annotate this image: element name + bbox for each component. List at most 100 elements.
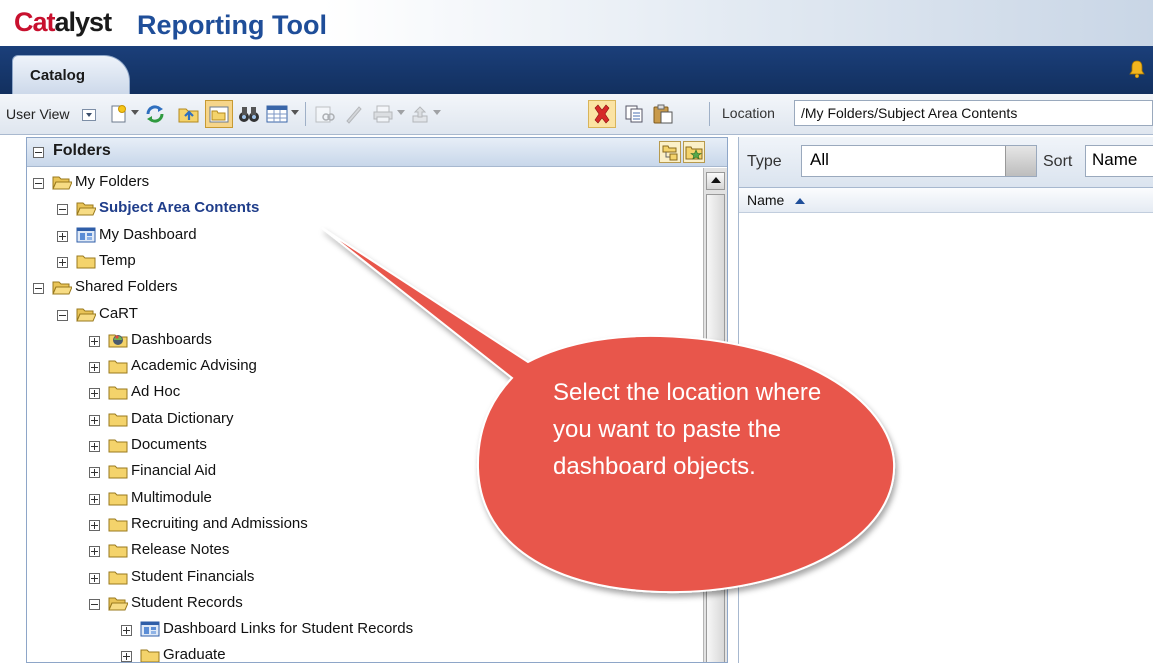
folder-icon: [108, 518, 128, 532]
refresh-icon[interactable]: [144, 104, 166, 124]
tree-item-label: Student Financials: [131, 567, 255, 585]
expand-icon[interactable]: [89, 467, 100, 479]
toolbar-separator: [709, 102, 710, 126]
tree-item-label: Data Dictionary: [131, 409, 234, 427]
tab-catalog-label: Catalog: [30, 67, 86, 84]
expand-icon[interactable]: [89, 362, 100, 374]
toolbar: User View Location /My Folders/Subject A…: [0, 94, 1153, 135]
folder-icon: [108, 571, 128, 584]
open-folder-icon: [108, 597, 128, 611]
toolbar-separator: [305, 102, 306, 126]
folder-icon: [108, 439, 128, 453]
folder-icon: [140, 649, 160, 662]
upload-icon[interactable]: [410, 104, 430, 124]
expand-icon[interactable]: [89, 335, 100, 347]
delete-icon[interactable]: [592, 104, 612, 124]
expand-icon[interactable]: [89, 388, 100, 400]
open-folder-icon: [52, 281, 72, 295]
upload-dropdown-icon[interactable]: [433, 110, 441, 115]
tab-catalog[interactable]: Catalog: [12, 55, 130, 94]
expand-icon[interactable]: [121, 625, 132, 637]
sort-select[interactable]: Name: [1085, 145, 1153, 177]
folder-icon: [108, 492, 128, 506]
tree-item-label: My Folders: [75, 173, 150, 190]
open-folder-icon: [52, 176, 72, 190]
tree-item-label: Temp: [99, 251, 136, 269]
paste-icon[interactable]: [652, 104, 674, 124]
app-title: Reporting Tool: [137, 10, 327, 40]
print-icon[interactable]: [372, 104, 394, 124]
bell-icon[interactable]: [1129, 60, 1145, 78]
user-view-label[interactable]: User View: [6, 106, 70, 122]
collapse-icon[interactable]: [57, 204, 68, 216]
tree-item-label: Release Notes: [131, 541, 230, 559]
tree-item-label: Multimodule: [131, 488, 212, 506]
new-icon[interactable]: [108, 104, 128, 124]
grid-view-icon[interactable]: [266, 104, 288, 124]
expand-icon[interactable]: [89, 572, 100, 584]
print-dropdown-icon[interactable]: [397, 110, 405, 115]
expand-icon[interactable]: [57, 230, 68, 242]
rename-icon[interactable]: [344, 104, 364, 124]
app-header: Catalyst Reporting Tool: [0, 0, 1153, 46]
up-folder-icon[interactable]: [178, 104, 200, 124]
expand-icon[interactable]: [89, 493, 100, 505]
folders-title: Folders: [53, 142, 111, 159]
expand-icon[interactable]: [121, 651, 132, 662]
logo-part-1: Cat: [14, 7, 56, 37]
tree-item-label: Financial Aid: [131, 462, 217, 480]
folder-icon: [108, 544, 128, 558]
tree-item-label: Shared Folders: [75, 278, 178, 296]
search-icon[interactable]: [238, 104, 260, 124]
collapse-icon[interactable]: [89, 598, 100, 610]
sort-select-value: Name: [1092, 150, 1138, 169]
tree-item-label: My Dashboard: [99, 225, 197, 243]
type-select[interactable]: All: [801, 145, 1037, 177]
folder-icon: [108, 465, 128, 479]
tree-view-icon[interactable]: [659, 141, 681, 163]
type-dropdown-button[interactable]: [1005, 146, 1036, 176]
callout-text: Select the location where you want to pa…: [553, 379, 822, 480]
logo-part-2: alyst: [54, 7, 113, 37]
copy-icon[interactable]: [624, 104, 644, 124]
tree-item-label: Ad Hoc: [131, 383, 181, 401]
expand-icon[interactable]: [89, 519, 100, 531]
expand-icon[interactable]: [57, 256, 68, 268]
properties-icon[interactable]: [314, 104, 336, 124]
folder-icon: [76, 255, 96, 269]
tree-item-label: CaRT: [99, 304, 138, 322]
tree-item-label: Academic Advising: [131, 357, 257, 375]
open-folder-icon: [76, 308, 96, 321]
sort-label: Sort: [1043, 153, 1073, 170]
expand-icon[interactable]: [89, 414, 100, 426]
favorites-folder-icon[interactable]: [683, 141, 705, 163]
collapse-icon[interactable]: [57, 309, 68, 321]
grid-view-dropdown-icon[interactable]: [291, 110, 299, 115]
type-select-value: All: [810, 150, 829, 169]
dashboard-icon: [76, 227, 96, 243]
expand-icon[interactable]: [89, 546, 100, 558]
tree-item-label: Student Records: [131, 593, 243, 611]
folders-header: Folders: [27, 138, 727, 167]
location-input[interactable]: /My Folders/Subject Area Contents: [794, 100, 1153, 126]
dashboards-folder-icon: [108, 334, 128, 348]
scroll-up-button[interactable]: [706, 172, 725, 190]
open-folder-icon: [76, 202, 96, 216]
catalyst-logo: Catalyst: [14, 7, 113, 38]
folder-icon: [108, 386, 128, 400]
tree-item-label: Graduate: [163, 646, 226, 663]
user-view-dropdown-icon[interactable]: [82, 109, 96, 121]
column-header-label: Name: [747, 192, 785, 208]
tab-bar: Catalog: [0, 46, 1153, 94]
column-header-name[interactable]: Name: [739, 188, 1153, 213]
folder-view-icon[interactable]: [209, 104, 229, 124]
expand-icon[interactable]: [89, 441, 100, 452]
folder-icon: [108, 413, 128, 427]
collapse-icon[interactable]: [33, 283, 44, 295]
collapse-icon[interactable]: [33, 178, 44, 189]
folder-icon: [108, 360, 128, 374]
tree-item-label: Recruiting and Admissions: [131, 514, 308, 532]
new-dropdown-icon[interactable]: [131, 110, 139, 115]
sort-ascending-icon: [795, 198, 805, 204]
folders-collapse-icon[interactable]: [33, 147, 44, 158]
